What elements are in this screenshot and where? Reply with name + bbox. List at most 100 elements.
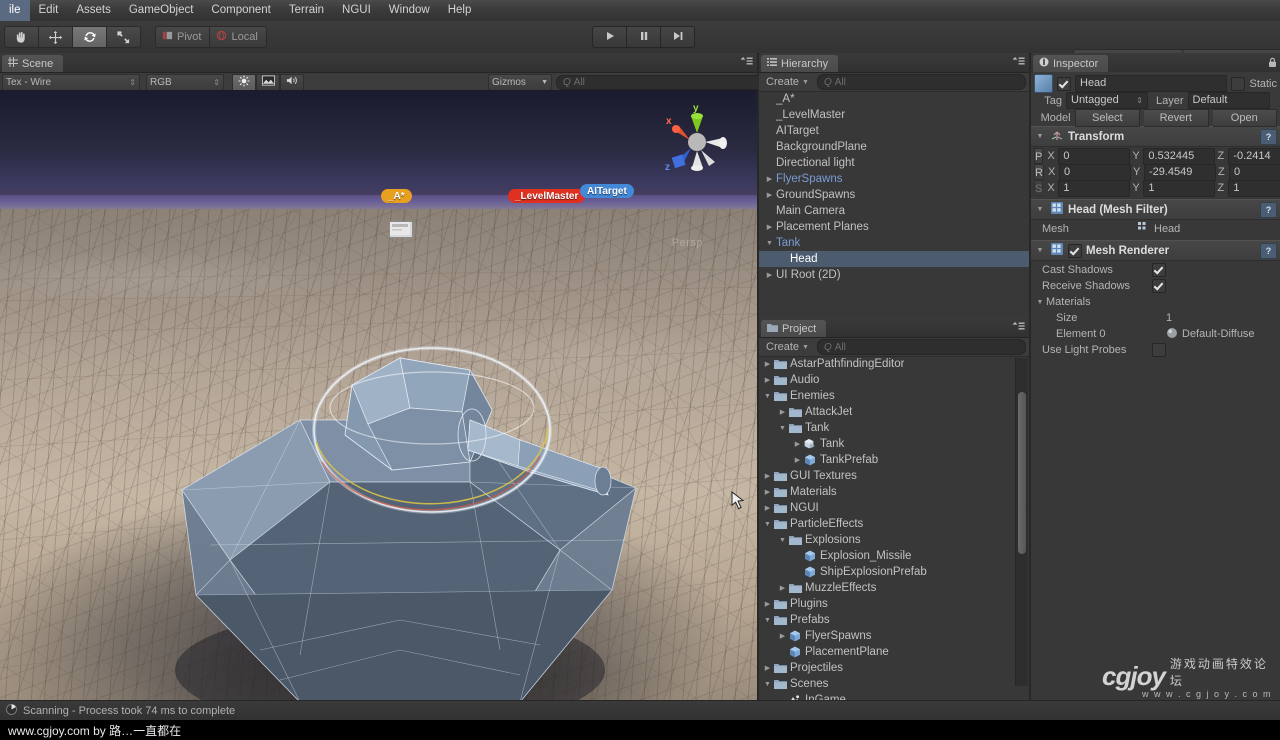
chevron-right-icon[interactable]: ▶ xyxy=(761,504,774,512)
project-item[interactable]: ▶ Projectiles xyxy=(759,660,1015,676)
position-z-field[interactable]: -0.2414 xyxy=(1228,147,1280,165)
project-tree[interactable]: ▶ AstarPathfindingEditor ▶ Audio ▼ Enemies ▶ At… xyxy=(759,356,1015,700)
rotation-z-field[interactable]: 0 xyxy=(1228,163,1280,181)
chevron-right-icon[interactable]: ▶ xyxy=(761,472,774,480)
chevron-down-icon[interactable]: ▼ xyxy=(763,240,776,247)
project-item[interactable]: ▶ FlyerSpawns xyxy=(759,628,1015,644)
hierarchy-item[interactable]: Main Camera xyxy=(759,203,1029,219)
chevron-right-icon[interactable]: ▶ xyxy=(761,376,774,384)
mesh-filter-component-header[interactable]: ▼ Head (Mesh Filter) ? xyxy=(1031,199,1280,220)
project-search-input[interactable]: Q All xyxy=(816,339,1026,355)
rotate-tool-button[interactable] xyxy=(72,26,106,48)
materials-row[interactable]: ▼ Materials xyxy=(1031,294,1280,310)
hierarchy-search-input[interactable]: Q All xyxy=(816,74,1026,90)
draw-mode-dropdown[interactable]: Tex - Wire ⇕ xyxy=(2,73,140,91)
menu-item-window[interactable]: Window xyxy=(380,0,439,21)
receive-shadows-checkbox[interactable] xyxy=(1152,279,1166,293)
scene-axis-gizmo[interactable]: y x z xyxy=(655,98,739,182)
static-checkbox[interactable] xyxy=(1231,76,1246,91)
hierarchy-item[interactable]: ▶ UI Root (2D) xyxy=(759,267,1029,283)
chevron-right-icon[interactable]: ▶ xyxy=(763,223,776,231)
project-item[interactable]: ▼ Enemies xyxy=(759,388,1015,404)
chevron-down-icon[interactable]: ▼ xyxy=(761,393,774,400)
move-tool-button[interactable] xyxy=(38,26,72,48)
chevron-down-icon[interactable]: ▼ xyxy=(1034,206,1046,213)
project-item[interactable]: InGame xyxy=(759,692,1015,700)
chevron-right-icon[interactable]: ▶ xyxy=(776,632,789,640)
tab-scene[interactable]: Scene xyxy=(2,55,64,72)
menu-item-component[interactable]: Component xyxy=(202,0,279,21)
project-item[interactable]: ▶ Tank xyxy=(759,436,1015,452)
step-button[interactable] xyxy=(660,26,695,48)
project-panel-menu-button[interactable] xyxy=(1012,322,1025,334)
chevron-right-icon[interactable]: ▶ xyxy=(761,664,774,672)
menu-item-ngui[interactable]: NGUI xyxy=(333,0,380,21)
project-item[interactable]: ▼ Prefabs xyxy=(759,612,1015,628)
chevron-right-icon[interactable]: ▶ xyxy=(776,584,789,592)
menu-item-edit[interactable]: Edit xyxy=(30,0,68,21)
project-item[interactable]: ▼ Tank xyxy=(759,420,1015,436)
pause-button[interactable] xyxy=(626,26,660,48)
chevron-right-icon[interactable]: ▶ xyxy=(761,488,774,496)
tank-model[interactable] xyxy=(0,90,757,700)
mesh-renderer-enabled-checkbox[interactable] xyxy=(1068,243,1082,258)
gizmo-label-levelmaster[interactable]: _LevelMaster xyxy=(508,189,586,203)
model-revert-button[interactable]: Revert xyxy=(1144,108,1209,127)
project-item[interactable]: ▶ AttackJet xyxy=(759,404,1015,420)
size-value[interactable]: 1 xyxy=(1166,312,1172,324)
hierarchy-item[interactable]: ▶ Placement Planes xyxy=(759,219,1029,235)
chevron-right-icon[interactable]: ▶ xyxy=(763,175,776,183)
chevron-right-icon[interactable]: ▶ xyxy=(776,408,789,416)
tab-inspector[interactable]: Inspector xyxy=(1033,55,1109,72)
model-open-button[interactable]: Open xyxy=(1212,108,1277,127)
chevron-right-icon[interactable]: ▶ xyxy=(761,600,774,608)
rotation-x-field[interactable]: 0 xyxy=(1058,163,1131,181)
scale-tool-button[interactable] xyxy=(106,26,141,48)
chevron-right-icon[interactable]: ▶ xyxy=(791,456,804,464)
tab-project[interactable]: Project xyxy=(761,320,827,337)
gizmos-dropdown[interactable]: Gizmos ▼ xyxy=(488,73,552,91)
scale-y-field[interactable]: 1 xyxy=(1143,179,1216,197)
lighting-toggle-button[interactable] xyxy=(232,73,256,91)
scale-prefab-badge[interactable]: S xyxy=(1034,180,1044,196)
chevron-down-icon[interactable]: ▼ xyxy=(776,537,789,544)
help-icon[interactable]: ? xyxy=(1260,242,1277,259)
gizmo-label-aitarget[interactable]: AITarget xyxy=(580,184,634,198)
gizmo-label-astar[interactable]: _A* xyxy=(381,189,412,203)
status-bar[interactable]: Scanning - Process took 74 ms to complet… xyxy=(0,700,1280,721)
chevron-right-icon[interactable]: ▶ xyxy=(791,440,804,448)
hierarchy-create-button[interactable]: Create ▼ xyxy=(762,75,813,90)
hierarchy-item[interactable]: BackgroundPlane xyxy=(759,139,1029,155)
scene-panel-menu-button[interactable] xyxy=(740,57,753,69)
project-item[interactable]: PlacementPlane xyxy=(759,644,1015,660)
object-enabled-checkbox[interactable] xyxy=(1057,76,1071,91)
layer-dropdown[interactable]: Default xyxy=(1187,92,1270,109)
project-item[interactable]: ▼ Explosions xyxy=(759,532,1015,548)
chevron-down-icon[interactable]: ▼ xyxy=(761,521,774,528)
chevron-right-icon[interactable]: ▶ xyxy=(763,271,776,279)
mesh-object-field[interactable]: Head xyxy=(1138,221,1180,237)
project-item[interactable]: ShipExplosionPrefab xyxy=(759,564,1015,580)
hierarchy-item[interactable]: Directional light xyxy=(759,155,1029,171)
inspector-lock-button[interactable] xyxy=(1267,57,1278,71)
tag-dropdown[interactable]: Untagged ⇕ xyxy=(1066,92,1148,109)
project-item[interactable]: Explosion_Missile xyxy=(759,548,1015,564)
pivot-toggle-button[interactable]: Pivot xyxy=(155,26,211,48)
hierarchy-item[interactable]: _A* xyxy=(759,91,1029,107)
rotation-y-field[interactable]: -29.4549 xyxy=(1143,163,1216,181)
project-create-button[interactable]: Create ▼ xyxy=(762,340,813,355)
rotation-prefab-badge[interactable]: R xyxy=(1034,164,1044,180)
hand-tool-button[interactable] xyxy=(4,26,38,48)
menu-item-assets[interactable]: Assets xyxy=(67,0,120,21)
hierarchy-item[interactable]: AITarget xyxy=(759,123,1029,139)
menu-item-file[interactable]: ile xyxy=(0,0,30,21)
hierarchy-item[interactable]: ▶ GroundSpawns xyxy=(759,187,1029,203)
hierarchy-item[interactable]: ▶ FlyerSpawns xyxy=(759,171,1029,187)
chevron-right-icon[interactable]: ▶ xyxy=(761,360,774,368)
help-icon[interactable]: ? xyxy=(1260,201,1277,218)
scale-x-field[interactable]: 1 xyxy=(1058,179,1131,197)
object-name-field[interactable]: Head xyxy=(1075,75,1228,92)
chevron-down-icon[interactable]: ▼ xyxy=(1034,299,1046,306)
project-scrollbar[interactable] xyxy=(1015,358,1028,686)
position-x-field[interactable]: 0 xyxy=(1058,147,1131,165)
